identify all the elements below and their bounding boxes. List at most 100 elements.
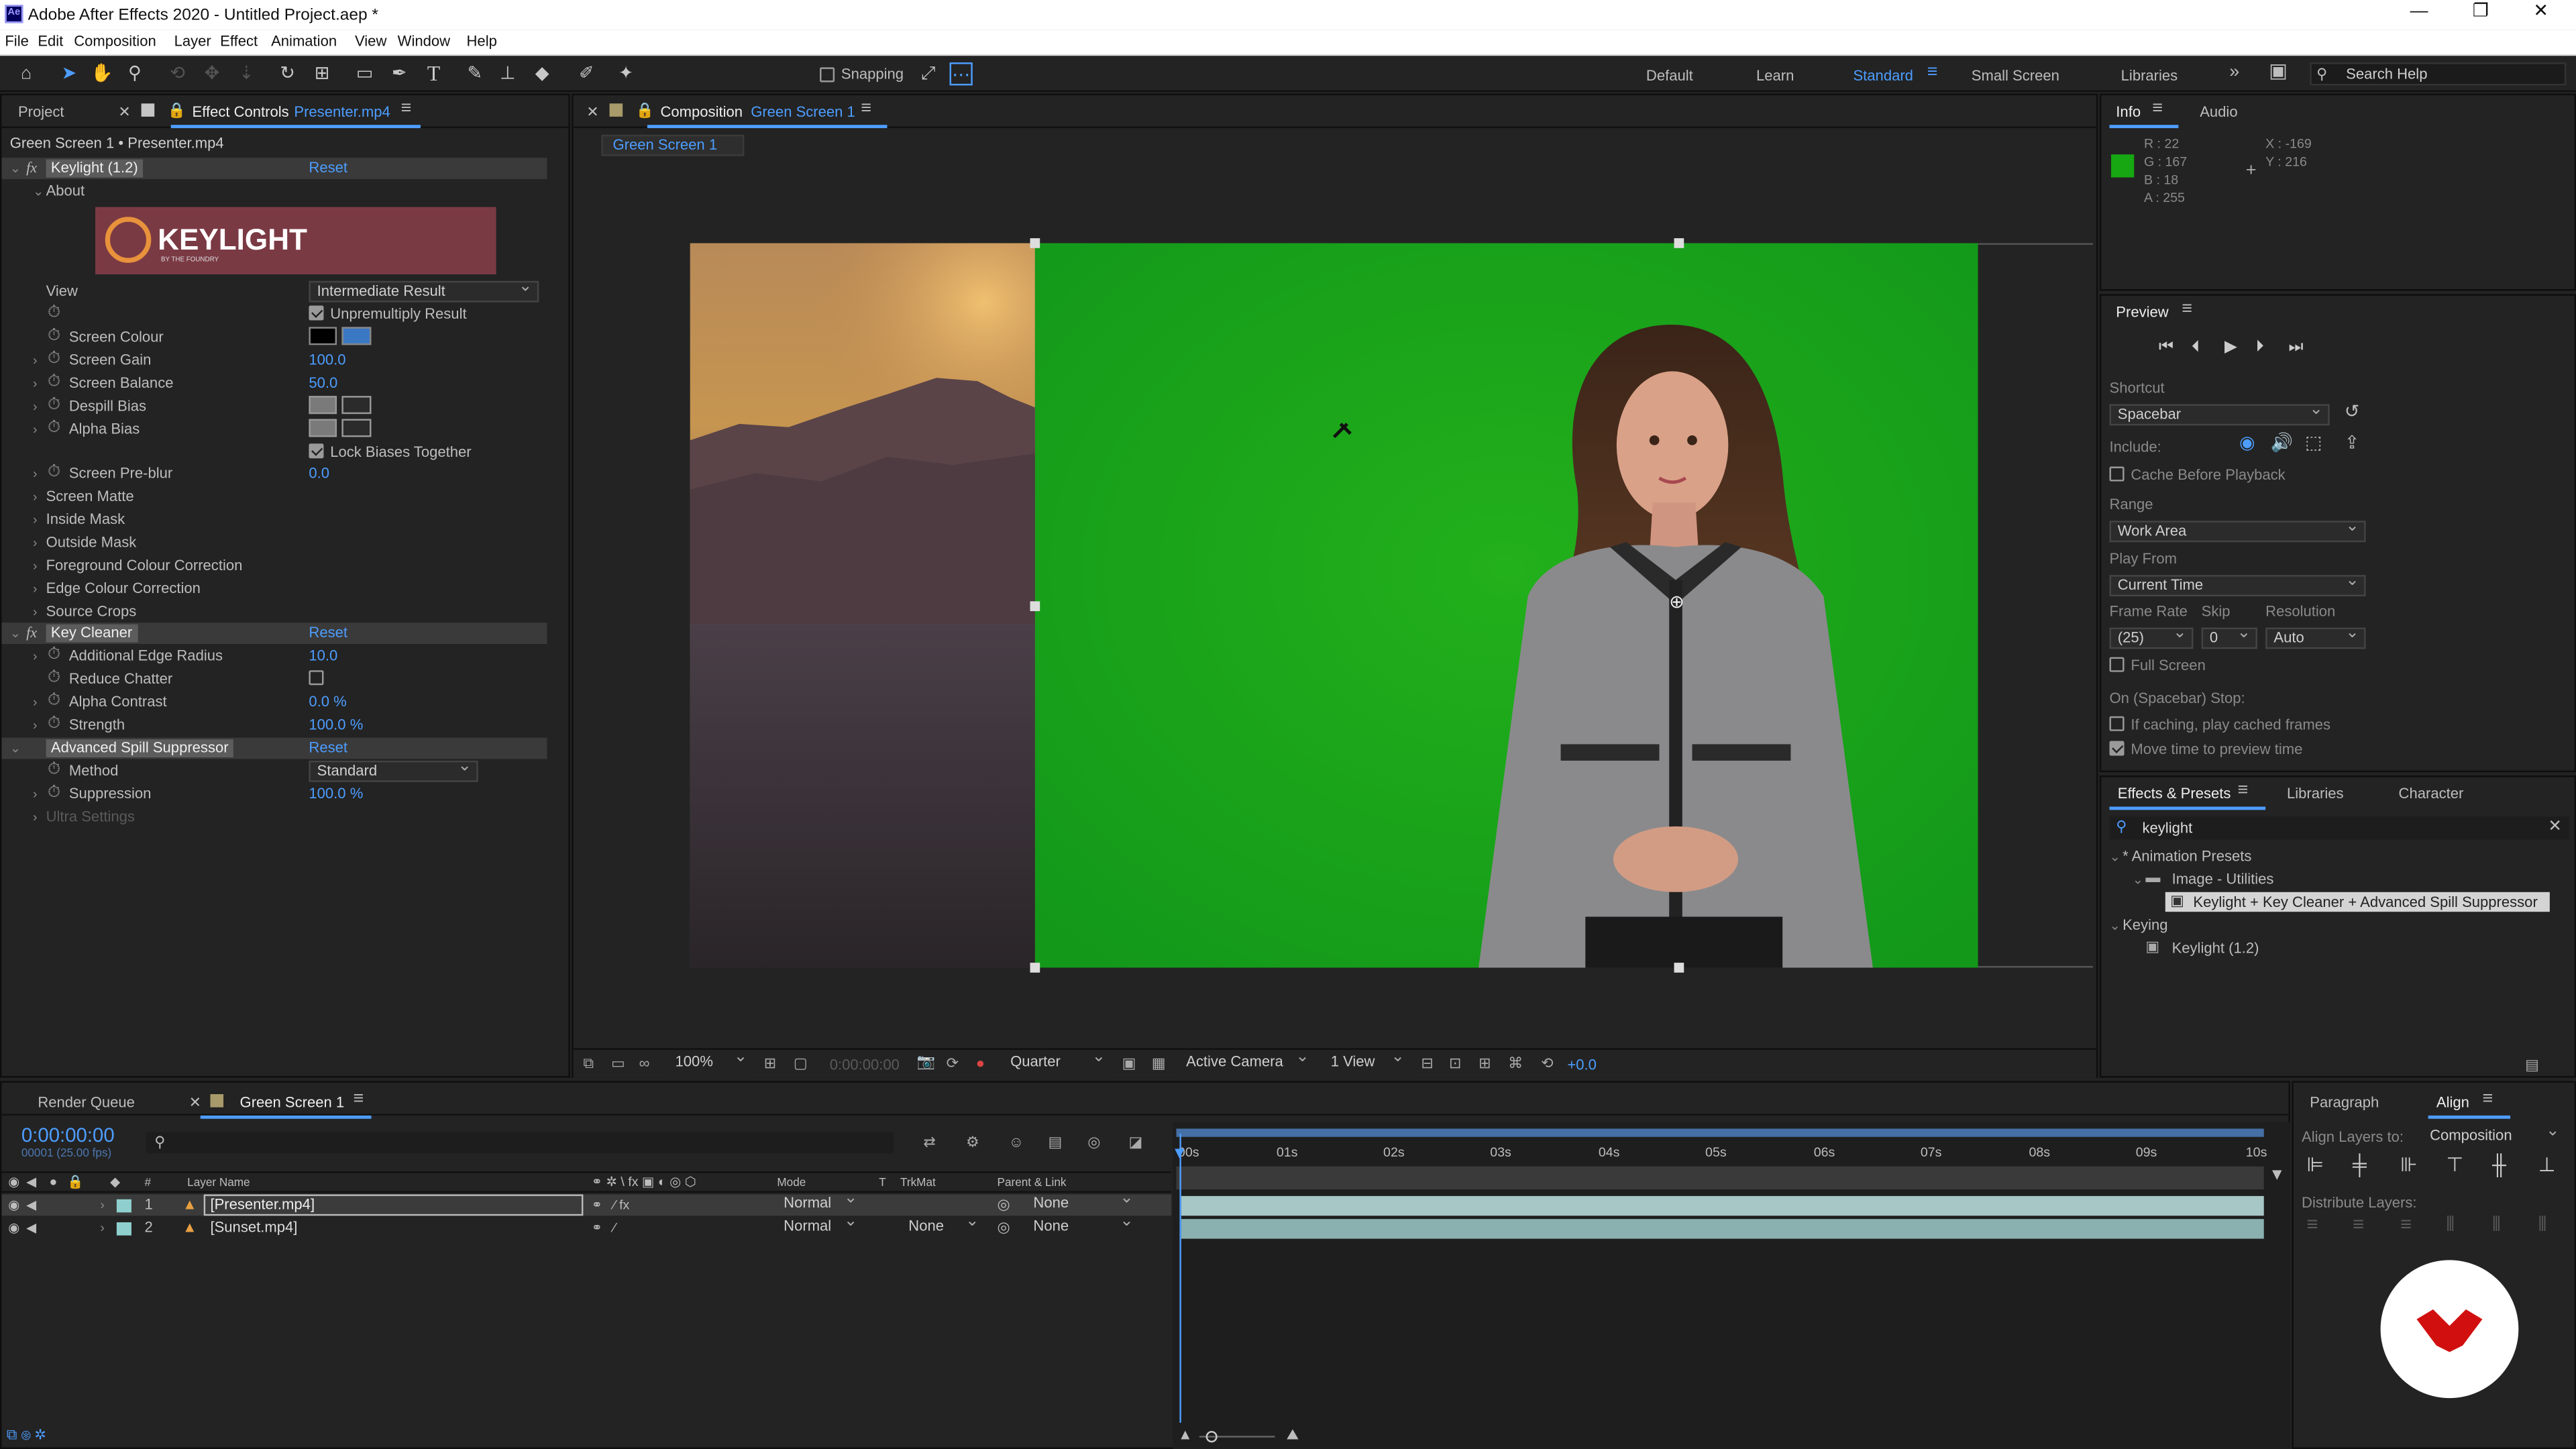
stopwatch-icon[interactable]: ⏱ (48, 327, 60, 345)
tab-info[interactable]: Info (2116, 103, 2141, 121)
key-cleaner-reset[interactable]: Reset (309, 625, 347, 643)
tab-timeline-comp[interactable]: Green Screen 1 (240, 1094, 345, 1112)
group-screen-matte[interactable]: Screen Matte (46, 488, 134, 506)
align-vcenter-icon[interactable]: ╫ (2492, 1155, 2506, 1175)
expand-icon[interactable]: › (33, 511, 38, 529)
align-hcenter-icon[interactable]: ╪ (2353, 1155, 2367, 1175)
transparency-grid-icon[interactable]: ▦ (1152, 1055, 1166, 1073)
group-source-crops[interactable]: Source Crops (46, 603, 137, 621)
col-layer-name[interactable]: Layer Name (187, 1175, 250, 1193)
playhead-icon[interactable]: ▼ (1171, 1145, 1187, 1163)
reduce-chatter-checkbox[interactable] (309, 670, 324, 686)
expand-icon[interactable]: › (33, 786, 38, 804)
menu-view[interactable]: View (355, 33, 386, 51)
solo-switch-icon[interactable]: ● (49, 1173, 57, 1191)
anchor-tool-icon[interactable]: ⊞ (311, 62, 333, 85)
layer-name[interactable]: [Presenter.mp4] (210, 1196, 315, 1214)
expand-icon[interactable]: › (100, 1196, 105, 1214)
cache-before-checkbox[interactable] (2109, 466, 2125, 482)
timeline-icon[interactable]: ⊞ (1479, 1055, 1491, 1073)
zoom-dropdown[interactable]: 100% (668, 1048, 753, 1075)
rotation-tool-icon[interactable]: ↻ (276, 62, 299, 85)
menu-file[interactable]: File (5, 33, 29, 51)
expand-icon[interactable]: › (100, 1219, 105, 1237)
tree-preset-item[interactable]: Keylight + Key Cleaner + Advanced Spill … (2193, 894, 2537, 912)
snapping-checkbox[interactable] (820, 67, 835, 83)
tab-audio[interactable]: Audio (2200, 103, 2237, 121)
composition-viewer[interactable] (690, 243, 1978, 968)
shy-layers-icon[interactable]: ☺ (1009, 1134, 1024, 1152)
stopwatch-icon[interactable]: ⏱ (48, 692, 60, 710)
resolution-dropdown[interactable]: Auto (2265, 625, 2366, 649)
align-to-dropdown[interactable]: Composition (2423, 1122, 2565, 1148)
transform-handle[interactable] (1674, 238, 1684, 248)
alpha-bias-swatch[interactable] (309, 419, 337, 437)
full-screen-checkbox[interactable] (2109, 657, 2125, 672)
about-toggle-icon[interactable]: ⌄ (33, 182, 44, 201)
frame-blending-icon[interactable]: ▤ (1048, 1134, 1062, 1152)
tab-effects-presets[interactable]: Effects & Presets (2118, 786, 2231, 804)
dolly-camera-icon[interactable]: ⇣ (235, 62, 258, 85)
motion-blur-icon[interactable]: ◎ (1087, 1134, 1100, 1152)
include-audio-icon[interactable]: 🔊 (2271, 435, 2294, 453)
snap-grid-icon[interactable]: ⋯ (949, 62, 973, 86)
tab-effect-controls[interactable]: Effect Controls (193, 103, 289, 121)
layer-switches-toggle-icon[interactable]: ⧉ ⊛ ✲ (7, 1426, 46, 1444)
workspace-default[interactable]: Default (1646, 67, 1693, 85)
panel-menu-icon[interactable]: ≡ (2152, 99, 2163, 118)
align-right-icon[interactable]: ⊪ (2400, 1155, 2418, 1175)
zoom-tool-icon[interactable]: ⚲ (123, 62, 146, 85)
tab-project[interactable]: Project (18, 103, 64, 121)
more-workspaces-icon[interactable]: » (2229, 63, 2239, 83)
resolution-dropdown[interactable]: Quarter (1004, 1048, 1111, 1075)
skip-dropdown[interactable]: 0 (2201, 625, 2257, 649)
maximize-button[interactable]: ❐ (2473, 3, 2489, 21)
snap-options-icon[interactable]: ⤢ (917, 62, 940, 85)
key-cleaner-effect-name[interactable]: Key Cleaner (46, 624, 138, 643)
vr-icon[interactable]: ∞ (639, 1055, 650, 1073)
expand-icon[interactable]: › (33, 352, 38, 370)
collapse-icon[interactable]: ⌄ (2110, 917, 2121, 935)
move-time-checkbox[interactable] (2109, 741, 2125, 756)
new-bin-icon[interactable]: ▤ (2525, 1057, 2539, 1075)
channel-icon[interactable]: ● (976, 1055, 985, 1073)
tree-animation-presets[interactable]: * Animation Presets (2123, 848, 2251, 866)
eraser-tool-icon[interactable]: ◆ (531, 62, 553, 85)
zoom-slider-thumb[interactable] (1205, 1431, 1218, 1443)
rectangle-tool-icon[interactable]: ▭ (354, 62, 376, 85)
toggle-pixel-aspect-icon[interactable]: ⊟ (1421, 1055, 1433, 1073)
distribute-vcenter-icon[interactable]: ≡ (2353, 1214, 2364, 1234)
layer-label-color[interactable] (116, 1199, 131, 1213)
brush-tool-icon[interactable]: ✎ (464, 62, 486, 85)
panel-menu-icon[interactable]: ≡ (354, 1090, 364, 1109)
fx-icon[interactable]: fx (26, 625, 37, 643)
align-left-icon[interactable]: ⊫ (2306, 1155, 2324, 1175)
audio-on-icon[interactable]: ◀ (26, 1196, 36, 1214)
layer-trkmat-dropdown[interactable]: None (902, 1212, 984, 1239)
audio-switch-icon[interactable]: ◀ (26, 1173, 36, 1191)
lock-switch-icon[interactable]: 🔒 (67, 1173, 83, 1191)
video-visible-icon[interactable]: ◉ (8, 1196, 19, 1214)
expand-icon[interactable]: › (33, 716, 38, 735)
timeline-search-input[interactable] (146, 1132, 894, 1154)
clone-stamp-icon[interactable]: ⊥ (496, 62, 519, 85)
video-switch-icon[interactable]: ◉ (8, 1173, 19, 1191)
despill-bias-swatch[interactable] (309, 396, 337, 415)
menu-animation[interactable]: Animation (271, 33, 337, 51)
method-dropdown[interactable]: Standard (309, 757, 478, 782)
distribute-hcenter-icon[interactable]: ⫴ (2492, 1214, 2500, 1234)
layer-row[interactable] (1, 1194, 1172, 1216)
frame-rate-dropdown[interactable]: (25) (2109, 625, 2194, 649)
collapse-icon[interactable]: ⌄ (10, 625, 21, 643)
alpha-contrast-value[interactable]: 0.0 % (309, 693, 346, 711)
pick-whip-icon[interactable]: ◎ (998, 1219, 1010, 1237)
pen-tool-icon[interactable]: ✒ (388, 62, 411, 85)
menu-layer[interactable]: Layer (174, 33, 211, 51)
transform-handle[interactable] (1030, 601, 1040, 612)
next-frame-icon[interactable]: ⏵ (2255, 338, 2263, 356)
expand-icon[interactable]: › (33, 693, 38, 711)
video-visible-icon[interactable]: ◉ (8, 1219, 19, 1237)
workspace-libraries[interactable]: Libraries (2121, 67, 2178, 85)
workspace-menu-icon[interactable]: ≡ (1927, 63, 1938, 83)
region-of-interest-icon[interactable]: ▣ (1122, 1055, 1136, 1073)
